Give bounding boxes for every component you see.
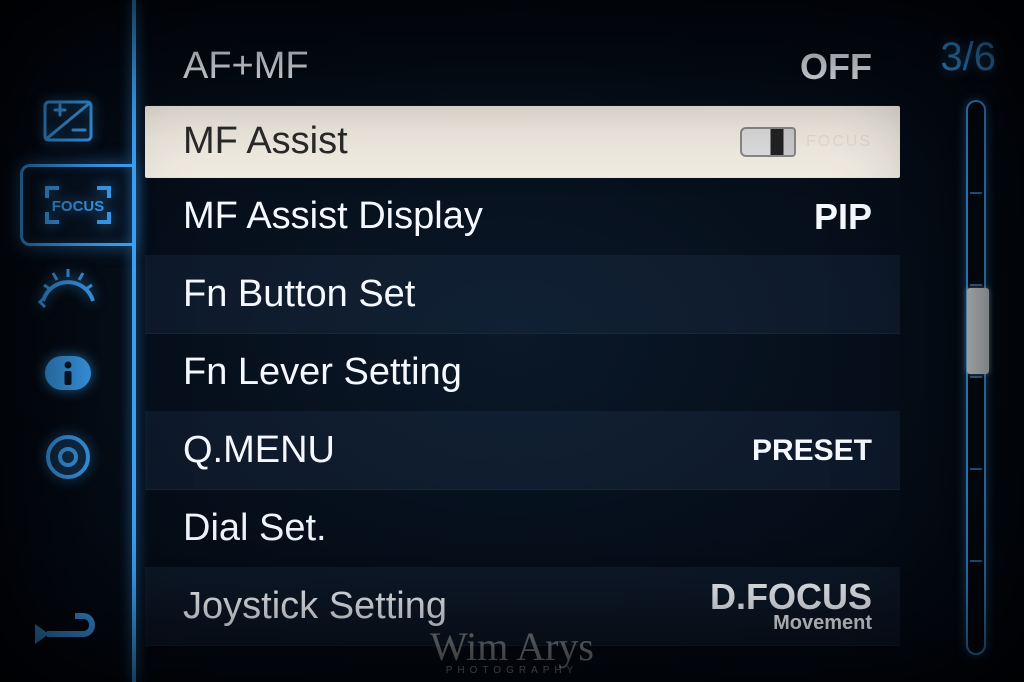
scrollbar[interactable] [966,100,986,655]
scrollbar-tick [970,560,982,562]
camera-menu-screen: FOCUS [0,0,1024,682]
menu-item-fn-lever-setting[interactable]: Fn Lever Setting [145,334,900,412]
scrollbar-tick [970,468,982,470]
menu-item-value: FOCUS [740,127,872,157]
menu-item-label: Q.MENU [183,429,335,472]
tab-dial[interactable] [20,248,115,330]
menu-item-af-mf[interactable]: AF+MF OFF [145,28,900,106]
info-icon [41,352,95,394]
lens-circle-icon [43,432,93,482]
scrollbar-tick [970,376,982,378]
tab-focus[interactable]: FOCUS [20,164,132,246]
scrollbar-thumb[interactable] [967,288,989,374]
menu-item-value: D.FOCUS Movement [710,580,872,633]
menu-item-mf-assist[interactable]: MF Assist FOCUS [145,106,900,178]
menu-item-mf-assist-display[interactable]: MF Assist Display PIP [145,178,900,256]
dial-icon [37,267,99,311]
menu-item-dial-set[interactable]: Dial Set. [145,490,900,568]
sidebar-tabs: FOCUS [20,80,130,500]
menu-item-joystick-setting[interactable]: Joystick Setting D.FOCUS Movement [145,568,900,646]
back-button[interactable] [22,606,110,662]
tab-info[interactable] [20,332,115,414]
menu-item-q-menu[interactable]: Q.MENU PRESET [145,412,900,490]
scrollbar-tick [970,192,982,194]
menu-item-label: AF+MF [183,45,309,88]
back-icon [27,610,105,658]
svg-text:FOCUS: FOCUS [51,198,104,215]
lens-icon [740,127,796,157]
menu-list: AF+MF OFF MF Assist FOCUS MF Assist Disp… [145,28,900,646]
menu-item-fn-button-set[interactable]: Fn Button Set [145,256,900,334]
menu-item-label: MF Assist [183,120,348,163]
menu-item-label: Dial Set. [183,507,327,550]
page-indicator: 3/6 [940,35,996,80]
vertical-divider [132,0,136,682]
menu-item-label: MF Assist Display [183,195,483,238]
menu-item-value: PRESET [752,434,872,468]
scrollbar-tick [970,284,982,286]
menu-item-value: PIP [814,196,872,238]
menu-item-label: Joystick Setting [183,585,447,628]
menu-item-value: OFF [800,46,872,88]
tab-exposure-comp[interactable] [20,80,115,162]
focus-icon: FOCUS [43,182,113,228]
menu-item-label: Fn Button Set [183,273,415,316]
tab-monitor[interactable] [20,416,115,498]
menu-item-label: Fn Lever Setting [183,351,462,394]
exposure-comp-icon [41,98,95,144]
